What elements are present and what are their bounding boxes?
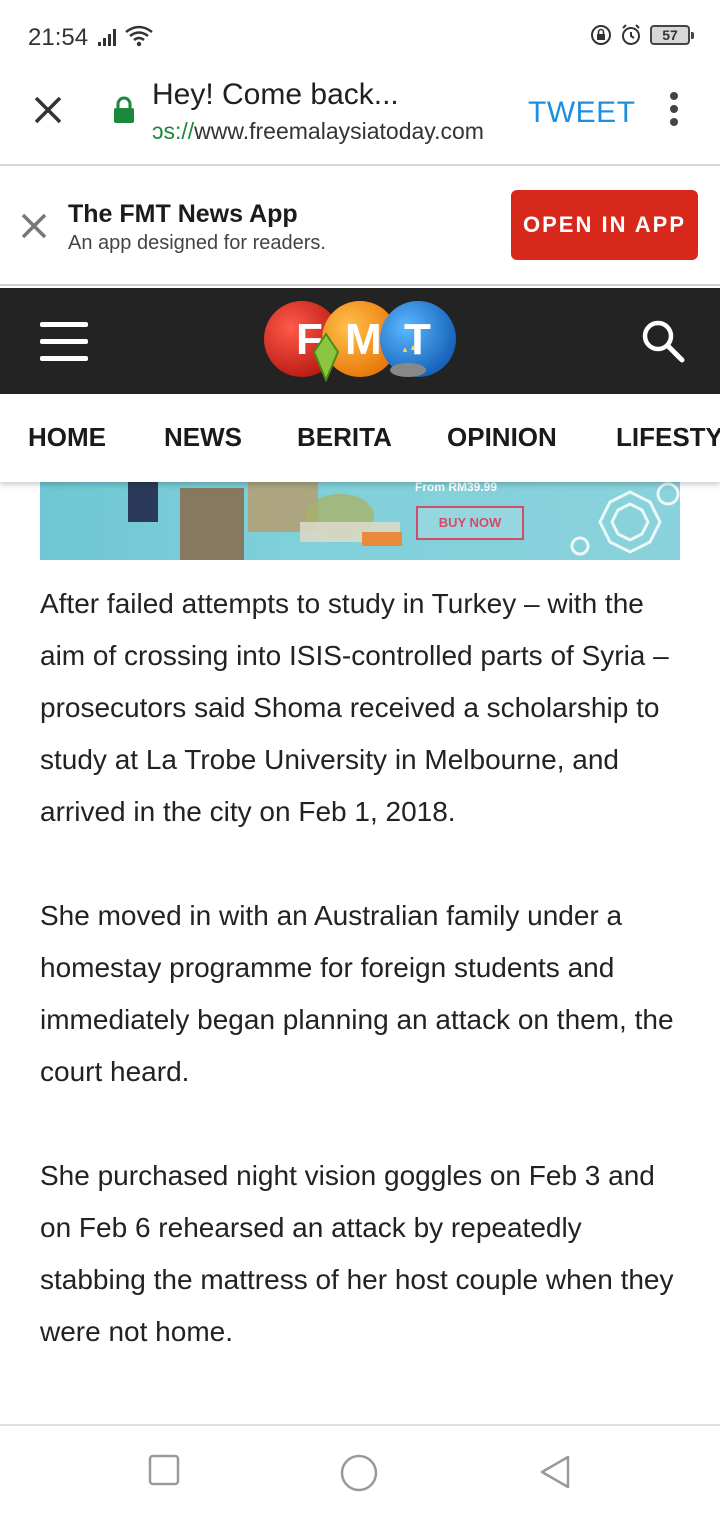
search-icon[interactable] [640, 318, 686, 364]
article-body: After failed attempts to study in Turkey… [40, 578, 680, 1410]
nav-item-berita[interactable]: BERITA [297, 422, 392, 453]
alarm-icon [622, 24, 640, 45]
system-nav-bar [0, 1424, 720, 1520]
wifi-icon [125, 25, 153, 47]
ad-buy-now-button[interactable]: BUY NOW [416, 506, 524, 540]
article-paragraph: She purchased night vision goggles on Fe… [40, 1160, 674, 1347]
rotation-lock-icon [591, 25, 611, 45]
article-paragraph: She moved in with an Australian family u… [40, 900, 674, 1087]
more-options-icon[interactable] [666, 92, 682, 128]
tweet-button[interactable]: TWEET [528, 96, 636, 130]
lock-icon [114, 96, 134, 123]
url-host: www.freemalaysiatoday.com [194, 118, 484, 144]
status-bar: 21:54 57 [0, 0, 720, 70]
fmt-logo[interactable]: F M T [262, 294, 458, 384]
recents-icon[interactable] [148, 1454, 180, 1486]
url-text[interactable]: ɔs://www.freemalaysiatoday.com [152, 118, 512, 145]
ad-banner[interactable]: From RM39.99 BUY NOW [40, 482, 680, 560]
custom-tab-toolbar: Hey! Come back... ɔs://www.freemalaysiat… [0, 70, 720, 166]
ad-price: From RM39.99 [415, 482, 498, 494]
banner-subtitle: An app designed for readers. [68, 232, 326, 254]
nav-item-home[interactable]: HOME [28, 422, 106, 453]
nav-item-lifestyle[interactable]: LIFESTY [616, 422, 720, 453]
nav-item-news[interactable]: NEWS [164, 422, 242, 453]
status-time: 21:54 [28, 24, 89, 51]
back-icon[interactable] [538, 1454, 572, 1490]
hamburger-menu-icon[interactable] [40, 322, 88, 361]
section-nav: HOME NEWS BERITA OPINION LIFESTY [0, 394, 720, 482]
close-tab-icon[interactable] [30, 92, 66, 128]
url-scheme: ɔs:// [152, 118, 195, 144]
banner-title: The FMT News App [68, 200, 298, 228]
site-header: F M T [0, 288, 720, 394]
open-in-app-button[interactable]: OPEN IN APP [511, 190, 698, 260]
battery-icon: 57 [650, 25, 694, 45]
logo-letter-m: M [345, 315, 382, 364]
home-icon[interactable] [340, 1454, 378, 1492]
app-install-banner: The FMT News App An app designed for rea… [0, 168, 720, 286]
pelita-lamp-icon [390, 363, 426, 377]
close-banner-icon[interactable] [18, 210, 50, 242]
logo-letter-t: T [404, 315, 431, 364]
signal-icon [98, 29, 116, 46]
nav-item-opinion[interactable]: OPINION [447, 422, 557, 453]
ad-illustration [128, 482, 680, 560]
page-title: Hey! Come back... [152, 78, 399, 111]
article-paragraph: After failed attempts to study in Turkey… [40, 588, 669, 827]
